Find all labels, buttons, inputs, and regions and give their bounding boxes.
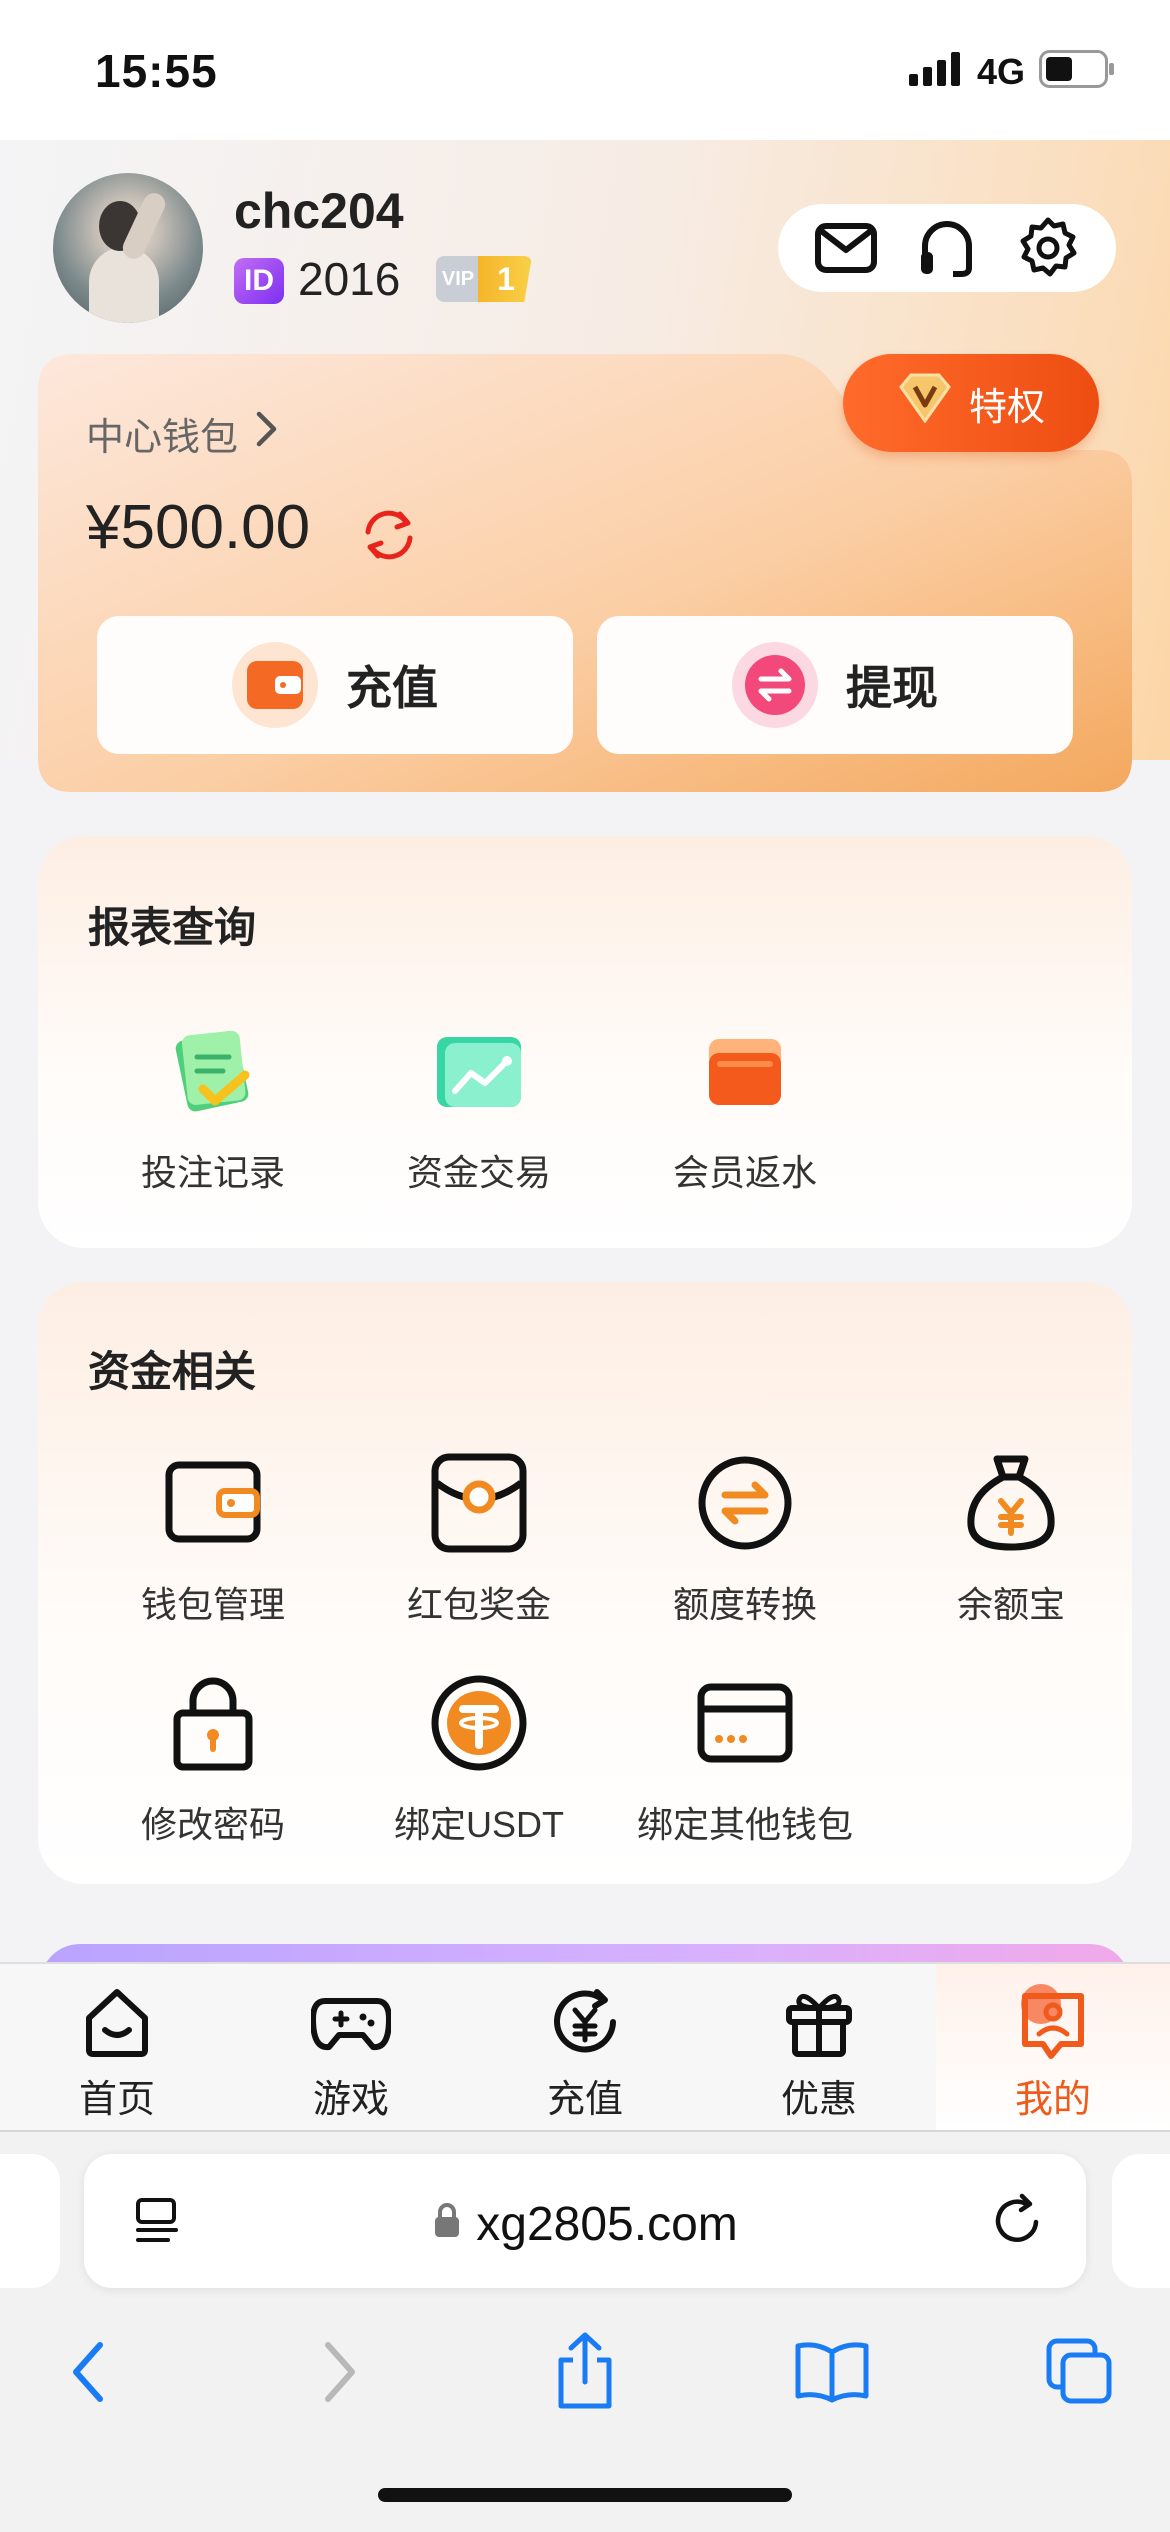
diamond-v-icon [897,373,953,433]
member-rebate-icon [690,1016,800,1126]
vip-label: VIP [441,267,475,290]
reload-icon[interactable] [988,2192,1046,2255]
betting-record-label: 投注记录 [140,1152,285,1193]
bottom-tab-bar: 首页 游戏 充值 优惠 我的 [0,1962,1170,2130]
tab-games[interactable]: 游戏 [234,1964,468,2130]
reports-section: 报表查询 投注记录 资金交易 会员返水 [38,836,1132,1248]
betting-record-item[interactable]: 投注记录 [78,1016,348,1196]
refresh-icon[interactable] [356,502,422,568]
balance-treasure-item[interactable]: 余额宝 [876,1448,1146,1628]
signal-icon [908,52,963,91]
red-envelope-icon [424,1448,534,1558]
red-envelope-item[interactable]: 红包奖金 [344,1448,614,1628]
promo-banner-peek [40,1944,1130,1962]
status-time: 15:55 [95,45,218,97]
quota-transfer-label: 额度转换 [672,1584,817,1625]
share-icon[interactable] [535,2322,635,2422]
previous-tab-peek[interactable] [0,2154,60,2288]
battery-icon [1039,50,1115,93]
privilege-button[interactable]: 特权 [843,354,1099,452]
funds-title: 资金相关 [88,1348,257,1395]
home-indicator[interactable] [378,2488,792,2502]
betting-record-icon [158,1016,268,1126]
forward-icon[interactable] [290,2322,390,2422]
user-id: 2016 [298,253,401,305]
fund-transaction-item[interactable]: 资金交易 [344,1016,614,1196]
bookmarks-icon[interactable] [782,2322,882,2422]
url-display[interactable]: xg2805.com [84,2194,1086,2252]
gear-icon[interactable] [1013,213,1083,283]
browser-nav-row [0,2322,1170,2432]
bind-usdt-label: 绑定USDT [394,1804,564,1845]
tab-home-label: 首页 [78,2079,155,2121]
vip-badge[interactable]: VIP 1 [436,256,532,302]
balance-treasure-label: 余额宝 [956,1584,1065,1625]
withdraw-button[interactable]: 提现 [597,616,1073,754]
gamepad-icon [311,1982,391,2062]
bind-other-wallet-label: 绑定其他钱包 [636,1804,853,1845]
wallet-management-label: 钱包管理 [140,1584,285,1625]
tab-home[interactable]: 首页 [0,1964,234,2130]
money-bag-icon [956,1448,1066,1558]
gift-icon [779,1982,859,2062]
wallet-title: 中心钱包 [86,417,239,459]
bind-usdt-item[interactable]: 绑定USDT [344,1668,614,1848]
address-bar[interactable]: xg2805.com [84,2154,1086,2288]
transfer-icon [690,1448,800,1558]
tab-promotions-label: 优惠 [780,2079,857,2121]
deposit-label: 充值 [346,662,438,714]
tab-games-label: 游戏 [312,2079,389,2121]
change-password-label: 修改密码 [140,1804,285,1845]
withdraw-label: 提现 [846,662,938,714]
recharge-icon [545,1982,625,2062]
lock-icon [158,1668,268,1778]
red-envelope-label: 红包奖金 [406,1584,551,1625]
username: chc204 [234,183,404,239]
status-indicators: 4G [908,50,1115,93]
tab-mine-label: 我的 [1014,2079,1091,2121]
wallet-management-item[interactable]: 钱包管理 [78,1448,348,1628]
status-bar: 15:55 4G [0,0,1170,140]
card-icon [690,1668,800,1778]
tab-recharge[interactable]: 充值 [468,1964,702,2130]
network-type: 4G [976,50,1025,92]
tabs-icon[interactable] [1030,2322,1130,2422]
funds-section: 资金相关 钱包管理 红包奖金 额度转换 余额宝 修改密码 绑定USDT 绑定其他… [38,1282,1132,1884]
tab-mine[interactable]: 我的 [936,1964,1170,2130]
fund-transaction-icon [424,1016,534,1126]
quota-transfer-item[interactable]: 额度转换 [610,1448,880,1628]
usdt-icon [424,1668,534,1778]
header-actions [778,204,1116,292]
fund-transaction-label: 资金交易 [406,1152,551,1193]
headset-icon[interactable] [912,213,982,283]
central-wallet-link[interactable]: 中心钱包 [86,406,280,461]
bind-other-wallet-item[interactable]: 绑定其他钱包 [610,1668,880,1848]
profile-icon [1013,1982,1093,2062]
avatar[interactable] [53,173,203,323]
tab-promotions[interactable]: 优惠 [702,1964,936,2130]
privilege-label: 特权 [968,386,1045,429]
url-text: xg2805.com [476,2197,738,2251]
change-password-item[interactable]: 修改密码 [78,1668,348,1848]
chevron-right-icon [254,409,280,459]
wallet-icon [158,1448,268,1558]
member-rebate-item[interactable]: 会员返水 [610,1016,880,1196]
profile-page: chc204 ID 2016 VIP 1 中心钱包 ¥500.00 特权 充值 … [0,140,1170,1962]
vip-level: 1 [497,260,515,297]
wallet-card: 中心钱包 ¥500.00 特权 充值 提现 [38,354,1132,792]
tab-recharge-label: 充值 [546,2079,623,2121]
deposit-button[interactable]: 充值 [97,616,573,754]
id-badge: ID [234,258,284,304]
lock-small-icon [432,2197,462,2252]
wallet-balance: ¥500.00 [86,493,311,562]
browser-toolbar: xg2805.com [0,2130,1170,2532]
next-tab-peek[interactable] [1112,2154,1170,2288]
home-icon [77,1982,157,2062]
wallet-orange-icon [232,642,318,728]
exchange-pink-icon [732,642,818,728]
reports-title: 报表查询 [88,904,257,951]
back-icon[interactable] [38,2322,138,2422]
mail-icon[interactable] [811,213,881,283]
member-rebate-label: 会员返水 [672,1152,817,1193]
